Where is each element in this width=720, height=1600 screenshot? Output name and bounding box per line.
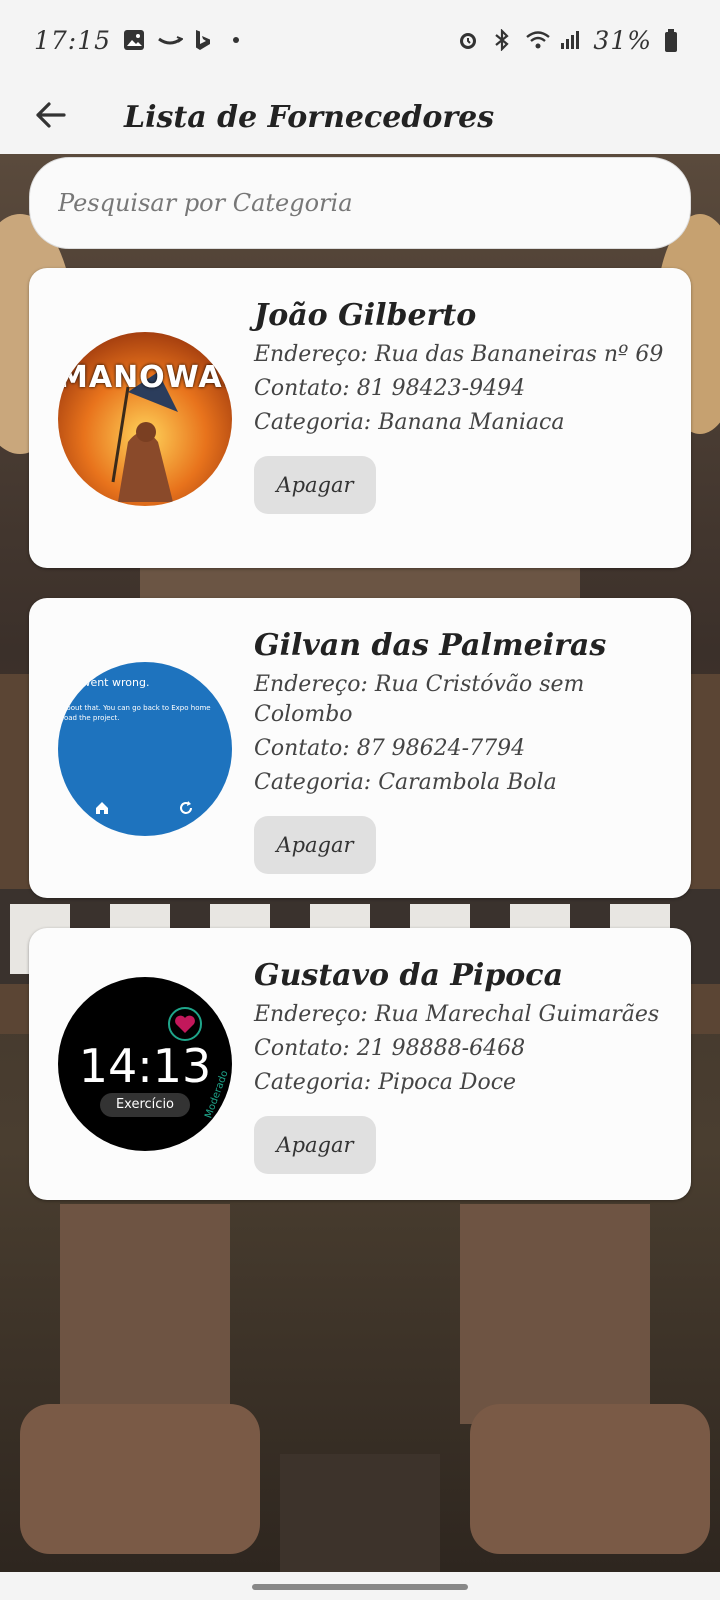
bing-icon xyxy=(191,29,213,51)
supplier-info: João Gilberto Endereço: Rua das Bananeir… xyxy=(254,298,674,514)
supplier-contact: Contato: 21 98888-6468 xyxy=(254,1036,526,1061)
supplier-avatar: MANOWAR xyxy=(58,332,232,506)
search-bar xyxy=(29,157,691,249)
supplier-info: Gilvan das Palmeiras Endereço: Rua Crist… xyxy=(254,628,674,874)
delete-button[interactable]: Apagar xyxy=(254,456,376,514)
supplier-address: Endereço: Rua das Bananeiras nº 69 xyxy=(254,342,664,367)
avatar-error-message: about that. You can go back to Expo home xyxy=(62,704,211,712)
supplier-card: 14:13 Exercício Moderado Gustavo da Pipo… xyxy=(29,928,691,1200)
supplier-info: Gustavo da Pipoca Endereço: Rua Marechal… xyxy=(254,958,674,1174)
wifi-icon xyxy=(525,29,551,51)
gallery-icon xyxy=(123,29,145,51)
reload-icon xyxy=(178,800,194,820)
avatar-error-title: ng went wrong. xyxy=(64,676,150,689)
home-indicator[interactable] xyxy=(252,1584,468,1590)
page-title: Lista de Fornecedores xyxy=(124,99,495,135)
watch-label: Exercício xyxy=(100,1093,190,1117)
battery-icon xyxy=(664,29,686,52)
supplier-card: ng went wrong. about that. You can go ba… xyxy=(29,598,691,898)
avatar-logo-text: MANOWAR xyxy=(58,360,232,395)
supplier-avatar: 14:13 Exercício Moderado xyxy=(58,977,232,1151)
app-bar: Lista de Fornecedores xyxy=(0,80,720,154)
status-bar: 17:15 31% xyxy=(0,0,720,80)
supplier-contact: Contato: 81 98423-9494 xyxy=(254,376,526,401)
back-button[interactable] xyxy=(18,87,82,147)
delete-button[interactable]: Apagar xyxy=(254,816,376,874)
supplier-name: Gustavo da Pipoca xyxy=(254,958,564,993)
supplier-name: Gilvan das Palmeiras xyxy=(254,628,607,663)
supplier-address: Endereço: Rua Cristóvão sem Colombo xyxy=(254,672,585,727)
search-input[interactable] xyxy=(58,189,658,217)
amazon-icon xyxy=(157,29,185,51)
battery-percentage: 31% xyxy=(593,25,652,55)
arrow-left-icon xyxy=(34,101,66,133)
supplier-category: Categoria: Pipoca Doce xyxy=(254,1070,517,1095)
supplier-contact: Contato: 87 98624-7794 xyxy=(254,736,526,761)
delete-button[interactable]: Apagar xyxy=(254,1116,376,1174)
avatar-error-message-2: load the project. xyxy=(62,714,120,722)
supplier-address: Endereço: Rua Marechal Guimarães xyxy=(254,1002,660,1027)
supplier-name: João Gilberto xyxy=(254,298,477,333)
watch-clock: 14:13 xyxy=(78,1039,212,1093)
signal-icon xyxy=(559,29,581,51)
status-time: 17:15 xyxy=(34,25,112,55)
supplier-category: Categoria: Carambola Bola xyxy=(254,770,557,795)
home-icon xyxy=(94,800,110,820)
bluetooth-icon xyxy=(491,28,513,52)
dot-icon xyxy=(225,29,247,51)
supplier-category: Categoria: Banana Maniaca xyxy=(254,410,565,435)
alarm-icon xyxy=(457,29,479,51)
supplier-avatar: ng went wrong. about that. You can go ba… xyxy=(58,662,232,836)
supplier-card: MANOWAR João Gilberto Endereço: Rua das … xyxy=(29,268,691,568)
